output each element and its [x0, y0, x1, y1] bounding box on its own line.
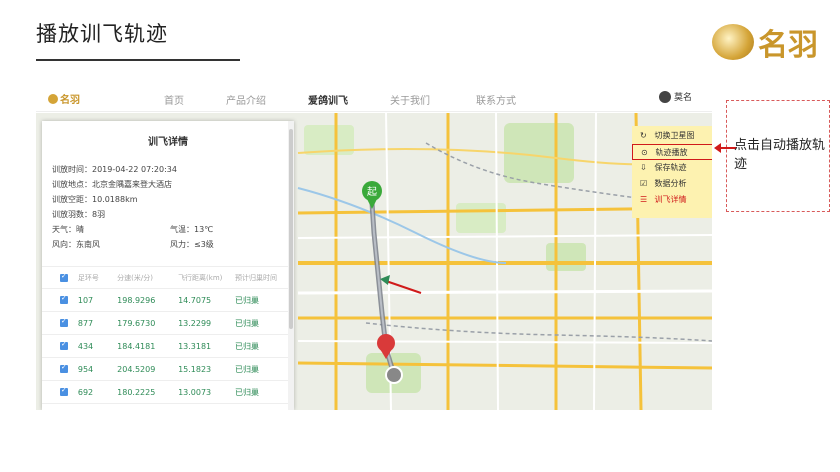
- col-ring-id: 足环号: [77, 273, 99, 282]
- status: 已归巢: [235, 341, 260, 351]
- avatar: [658, 91, 671, 103]
- menu-item-play-track[interactable]: ⊙ 轨迹播放: [632, 144, 712, 160]
- brand-text: 名羽: [758, 28, 818, 63]
- refresh-icon: ↻: [640, 131, 647, 140]
- row-checkbox[interactable]: [60, 363, 68, 373]
- temperature: 气温：13℃: [170, 225, 214, 234]
- speed: 184.4181: [117, 341, 156, 351]
- training-detail-panel: 训飞详情 训放时间：2019-04-22 07:20:34 训放地点：北京金隅嘉…: [42, 121, 294, 410]
- nav-item-products[interactable]: 产品介绍: [226, 92, 266, 107]
- map-tools-menu: ↻ 切换卫星图 ⊙ 轨迹播放 ⇩ 保存轨迹 ☑ 数据分析 ☰ 训飞详情: [632, 126, 712, 218]
- nav-item-home[interactable]: 首页: [164, 92, 184, 107]
- menu-item-label: 数据分析: [654, 179, 687, 188]
- wind-row: 风向：东南风 风力：≤3级: [42, 237, 294, 252]
- scrollbar-thumb[interactable]: [289, 129, 293, 329]
- list-icon: ☰: [640, 195, 648, 204]
- distance: 13.2299: [178, 318, 212, 328]
- menu-item-label: 切换卫星图: [654, 131, 695, 140]
- menu-item-analysis[interactable]: ☑ 数据分析: [632, 176, 712, 192]
- panel-title: 训飞详情: [148, 137, 188, 148]
- ring-id: 877: [77, 318, 94, 328]
- status: 已归巢: [235, 387, 260, 397]
- nav-item-contact[interactable]: 联系方式: [476, 92, 516, 107]
- row-checkbox[interactable]: [60, 340, 68, 350]
- speed: 179.6730: [117, 318, 156, 328]
- row-checkbox[interactable]: [60, 386, 68, 396]
- menu-item-training-detail[interactable]: ☰ 训飞详情: [632, 192, 712, 208]
- menu-item-label: 保存轨迹: [654, 163, 687, 172]
- nav-item-training[interactable]: 爱鸽训飞: [308, 92, 348, 107]
- callout-text: 点击自动播放轨迹: [734, 138, 826, 172]
- analysis-icon: ☑: [640, 179, 648, 188]
- crown-emblem-icon: [712, 24, 754, 60]
- distance: 14.7075: [178, 295, 212, 305]
- weather-row: 天气：晴 气温：13℃: [42, 222, 294, 237]
- wind-force: 风力：≤3级: [170, 240, 214, 249]
- distance: 13.3181: [178, 341, 212, 351]
- park-area: [546, 243, 586, 271]
- table-row[interactable]: 692 180.2225 13.0073 已归巢: [42, 381, 294, 404]
- loft-marker-icon[interactable]: [385, 366, 403, 384]
- play-icon: ⊙: [641, 148, 648, 157]
- col-return-time: 预计归巢时间: [235, 273, 278, 282]
- wind-direction: 风向：东南风: [52, 240, 100, 249]
- col-distance: 飞行距离(km): [178, 273, 223, 282]
- nav-logo[interactable]: 名羽: [48, 91, 80, 106]
- map-view[interactable]: 起 训飞详情 训放时间：2019-04-22 07:20:34 训放地点：北京金…: [36, 113, 712, 410]
- release-count: 训放羽数：8羽: [52, 210, 106, 219]
- distance: 15.1823: [178, 364, 212, 374]
- row-checkbox[interactable]: [60, 294, 68, 304]
- speed: 204.5209: [117, 364, 156, 374]
- weather: 天气：晴: [52, 225, 84, 234]
- menu-item-label: 训飞详情: [654, 195, 687, 204]
- ring-id: 692: [77, 387, 94, 397]
- menu-item-satellite[interactable]: ↻ 切换卫星图: [632, 128, 712, 144]
- logo-emblem-icon: [48, 94, 58, 104]
- menu-item-label: 轨迹播放: [655, 148, 688, 157]
- release-time: 训放时间：2019-04-22 07:20:34: [52, 165, 177, 174]
- status: 已归巢: [235, 364, 260, 374]
- table-row[interactable]: 434 184.4181 13.3181 已归巢: [42, 335, 294, 358]
- status: 已归巢: [235, 318, 260, 328]
- speed: 198.9296: [117, 295, 156, 305]
- panel-scrollbar[interactable]: [288, 121, 294, 410]
- ring-id: 954: [77, 364, 94, 374]
- ring-id: 434: [77, 341, 94, 351]
- status: 已归巢: [235, 295, 260, 305]
- user-name: 莫名: [673, 93, 692, 103]
- select-all-checkbox[interactable]: [60, 272, 68, 282]
- speed: 180.2225: [117, 387, 156, 397]
- release-distance: 训放空距：10.0188km: [52, 195, 138, 204]
- park-area: [456, 203, 506, 233]
- user-menu[interactable]: 莫名: [658, 90, 692, 103]
- nav-logo-text: 名羽: [60, 95, 80, 106]
- nav-item-about[interactable]: 关于我们: [390, 92, 430, 107]
- start-marker-label: 起: [367, 186, 377, 198]
- table-row[interactable]: 954 204.5209 15.1823 已归巢: [42, 358, 294, 381]
- top-nav: 名羽 首页 产品介绍 爱鸽训飞 关于我们 联系方式 莫名: [36, 84, 712, 112]
- table-row[interactable]: 107 198.9296 14.7075 已归巢: [42, 289, 294, 312]
- distance: 13.0073: [178, 387, 212, 397]
- brand-logo: 名羽: [712, 20, 818, 64]
- col-speed: 分速(米/分): [117, 273, 153, 282]
- menu-item-save-track[interactable]: ⇩ 保存轨迹: [632, 160, 712, 176]
- row-checkbox[interactable]: [60, 317, 68, 327]
- table-header: 足环号 分速(米/分) 飞行距离(km) 预计归巢时间: [42, 266, 294, 289]
- ring-id: 107: [77, 295, 94, 305]
- page-title: 播放训飞轨迹: [36, 22, 168, 46]
- save-icon: ⇩: [640, 163, 647, 172]
- table-row[interactable]: 877 179.6730 13.2299 已归巢: [42, 312, 294, 335]
- title-underline: [36, 59, 240, 61]
- release-place: 训放地点：北京金隅嘉来登大酒店: [52, 180, 172, 189]
- app-frame: 名羽 首页 产品介绍 爱鸽训飞 关于我们 联系方式 莫名 起 训飞详情 训放时间…: [36, 84, 712, 410]
